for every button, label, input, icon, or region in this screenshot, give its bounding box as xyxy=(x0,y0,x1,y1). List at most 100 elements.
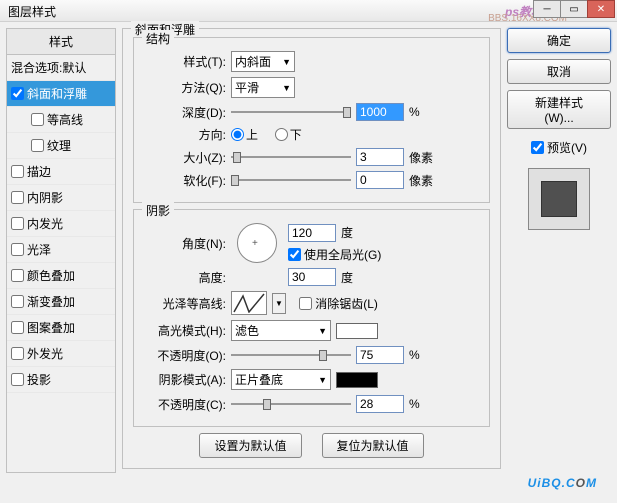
sidebar-header[interactable]: 样式 xyxy=(7,29,115,55)
title-bar: 图层样式 ps教程论坛 BBS.16XX8.COM ─ ▭ ✕ xyxy=(0,0,617,22)
altitude-input[interactable]: 30 xyxy=(288,268,336,286)
maximize-button[interactable]: ▭ xyxy=(560,0,588,18)
sidebar-item-color-overlay[interactable]: 颜色叠加 xyxy=(7,263,115,289)
soften-slider[interactable] xyxy=(231,172,351,188)
depth-label: 深度(D): xyxy=(144,104,226,121)
right-column: 确定 取消 新建样式(W)... 预览(V) xyxy=(507,28,611,473)
cancel-button[interactable]: 取消 xyxy=(507,59,611,84)
direction-down-radio[interactable]: 下 xyxy=(275,126,302,143)
ok-button[interactable]: 确定 xyxy=(507,28,611,53)
shadow-color-swatch[interactable] xyxy=(336,372,378,388)
angle-label: 角度(N): xyxy=(144,235,226,252)
preview-box xyxy=(528,168,590,230)
depth-slider[interactable] xyxy=(231,104,351,120)
shadow-opacity-label: 不透明度(C): xyxy=(144,396,226,413)
highlight-opacity-input[interactable]: 75 xyxy=(356,346,404,364)
highlight-mode-label: 高光模式(H): xyxy=(144,322,226,339)
sidebar-item-satin[interactable]: 光泽 xyxy=(7,237,115,263)
satin-checkbox[interactable] xyxy=(11,243,24,256)
size-slider[interactable] xyxy=(231,149,351,165)
main-panel: 斜面和浮雕 结构 样式(T): 内斜面▼ 方法(Q): 平滑▼ 深度(D): 1… xyxy=(122,28,501,473)
dropdown-icon: ▼ xyxy=(282,57,291,67)
new-style-button[interactable]: 新建样式(W)... xyxy=(507,90,611,129)
shadow-opacity-slider[interactable] xyxy=(231,396,351,412)
dropdown-icon: ▼ xyxy=(318,375,327,385)
slider-thumb[interactable] xyxy=(263,399,271,410)
depth-input[interactable]: 1000 xyxy=(356,103,404,121)
preview-checkbox[interactable]: 预览(V) xyxy=(507,139,611,156)
inner-shadow-checkbox[interactable] xyxy=(11,191,24,204)
unit-percent: % xyxy=(409,348,420,362)
size-input[interactable]: 3 xyxy=(356,148,404,166)
radio-label: 下 xyxy=(290,126,302,143)
sidebar-item-stroke[interactable]: 描边 xyxy=(7,159,115,185)
technique-select[interactable]: 平滑▼ xyxy=(231,77,295,98)
color-overlay-checkbox[interactable] xyxy=(11,269,24,282)
altitude-label: 高度: xyxy=(144,269,226,286)
style-select[interactable]: 内斜面 ▼ xyxy=(231,51,295,72)
checkbox-label: 使用全局光(G) xyxy=(304,246,381,263)
sidebar-label: 纹理 xyxy=(47,137,71,154)
highlight-mode-select[interactable]: 滤色▼ xyxy=(231,320,331,341)
inner-glow-checkbox[interactable] xyxy=(11,217,24,230)
outer-glow-checkbox[interactable] xyxy=(11,347,24,360)
sidebar-item-inner-shadow[interactable]: 内阴影 xyxy=(7,185,115,211)
shadow-mode-select[interactable]: 正片叠底▼ xyxy=(231,369,331,390)
slider-thumb[interactable] xyxy=(233,152,241,163)
bevel-checkbox[interactable] xyxy=(11,87,24,100)
gloss-contour-picker[interactable] xyxy=(231,291,267,315)
sidebar-item-pattern-overlay[interactable]: 图案叠加 xyxy=(7,315,115,341)
contour-checkbox[interactable] xyxy=(31,113,44,126)
sidebar-item-gradient-overlay[interactable]: 渐变叠加 xyxy=(7,289,115,315)
structure-title: 结构 xyxy=(142,30,174,47)
stroke-checkbox[interactable] xyxy=(11,165,24,178)
crosshair-icon: + xyxy=(252,238,258,249)
slider-thumb[interactable] xyxy=(343,107,351,118)
sidebar-item-bevel-emboss[interactable]: 斜面和浮雕 xyxy=(7,81,115,107)
drop-shadow-checkbox[interactable] xyxy=(11,373,24,386)
sidebar-label: 内阴影 xyxy=(27,189,63,206)
antialias-checkbox[interactable]: 消除锯齿(L) xyxy=(299,295,378,312)
sidebar-item-outer-glow[interactable]: 外发光 xyxy=(7,341,115,367)
slider-thumb[interactable] xyxy=(231,175,239,186)
sidebar-label: 光泽 xyxy=(27,241,51,258)
minimize-button[interactable]: ─ xyxy=(533,0,561,18)
unit-percent: % xyxy=(409,397,420,411)
sidebar-item-contour[interactable]: 等高线 xyxy=(7,107,115,133)
direction-up-radio[interactable]: 上 xyxy=(231,126,258,143)
style-label: 样式(T): xyxy=(144,53,226,70)
sidebar-item-texture[interactable]: 纹理 xyxy=(7,133,115,159)
pattern-overlay-checkbox[interactable] xyxy=(11,321,24,334)
styles-sidebar: 样式 混合选项:默认 斜面和浮雕 等高线 纹理 描边 内阴影 内发光 光泽 颜色… xyxy=(6,28,116,473)
close-button[interactable]: ✕ xyxy=(587,0,615,18)
unit-pixel: 像素 xyxy=(409,149,433,166)
sidebar-item-blend-options[interactable]: 混合选项:默认 xyxy=(7,55,115,81)
dropdown-icon: ▼ xyxy=(282,83,291,93)
size-label: 大小(Z): xyxy=(144,149,226,166)
checkbox-label: 预览(V) xyxy=(547,139,587,156)
shadow-opacity-input[interactable]: 28 xyxy=(356,395,404,413)
highlight-color-swatch[interactable] xyxy=(336,323,378,339)
angle-dial[interactable]: + xyxy=(237,223,277,263)
style-value: 内斜面 xyxy=(235,53,271,70)
sidebar-label: 描边 xyxy=(27,163,51,180)
sidebar-label: 投影 xyxy=(27,371,51,388)
sidebar-label: 内发光 xyxy=(27,215,63,232)
shading-title: 阴影 xyxy=(142,202,174,219)
slider-thumb[interactable] xyxy=(319,350,327,361)
sidebar-label: 图案叠加 xyxy=(27,319,75,336)
angle-input[interactable]: 120 xyxy=(288,224,336,242)
global-light-checkbox[interactable]: 使用全局光(G) xyxy=(288,246,381,263)
sidebar-item-drop-shadow[interactable]: 投影 xyxy=(7,367,115,393)
highlight-opacity-slider[interactable] xyxy=(231,347,351,363)
select-value: 滤色 xyxy=(235,322,259,339)
preview-swatch xyxy=(541,181,577,217)
gradient-overlay-checkbox[interactable] xyxy=(11,295,24,308)
make-default-button[interactable]: 设置为默认值 xyxy=(199,433,301,458)
soften-input[interactable]: 0 xyxy=(356,171,404,189)
texture-checkbox[interactable] xyxy=(31,139,44,152)
contour-dropdown[interactable]: ▼ xyxy=(272,293,286,314)
sidebar-item-inner-glow[interactable]: 内发光 xyxy=(7,211,115,237)
reset-default-button[interactable]: 复位为默认值 xyxy=(322,433,424,458)
window-buttons: ─ ▭ ✕ xyxy=(534,0,615,18)
